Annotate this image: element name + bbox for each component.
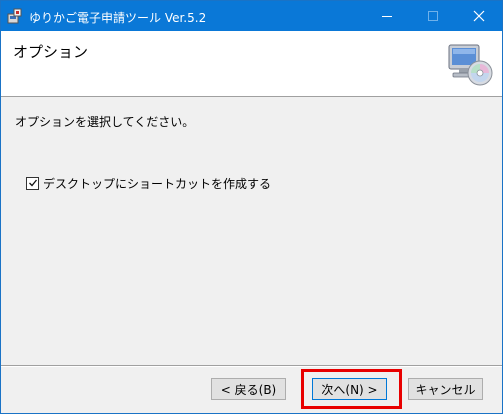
title-bar[interactable]: ゆりかご電子申請ツール Ver.5.2 (1, 1, 502, 31)
maximize-button (410, 1, 456, 31)
window-title: ゆりかご電子申請ツール Ver.5.2 (29, 11, 207, 25)
minimize-button[interactable] (364, 1, 410, 31)
maximize-icon (428, 11, 438, 21)
computer-cd-setup-icon (448, 44, 493, 86)
installer-icon (7, 8, 23, 24)
installer-window: ゆりかご電子申請ツール Ver.5.2 オプション オプションを選択してください… (0, 0, 503, 414)
page-title: オプション (13, 43, 89, 61)
close-icon (473, 10, 485, 22)
back-button[interactable]: < 戻る(B) (211, 378, 286, 400)
checkmark-icon (28, 179, 37, 187)
desktop-shortcut-label[interactable]: デスクトップにショートカットを作成する (43, 175, 271, 192)
desktop-shortcut-checkbox[interactable] (26, 176, 39, 190)
instruction-text: オプションを選択してください。 (15, 115, 195, 129)
next-button[interactable]: 次へ(N) > (312, 378, 387, 400)
close-button[interactable] (456, 1, 502, 31)
wizard-header: オプション (1, 31, 502, 97)
cancel-button[interactable]: キャンセル (408, 378, 483, 400)
footer-divider (1, 365, 502, 367)
desktop-shortcut-option[interactable]: デスクトップにショートカットを作成する (26, 175, 271, 191)
minimize-icon (382, 15, 392, 17)
